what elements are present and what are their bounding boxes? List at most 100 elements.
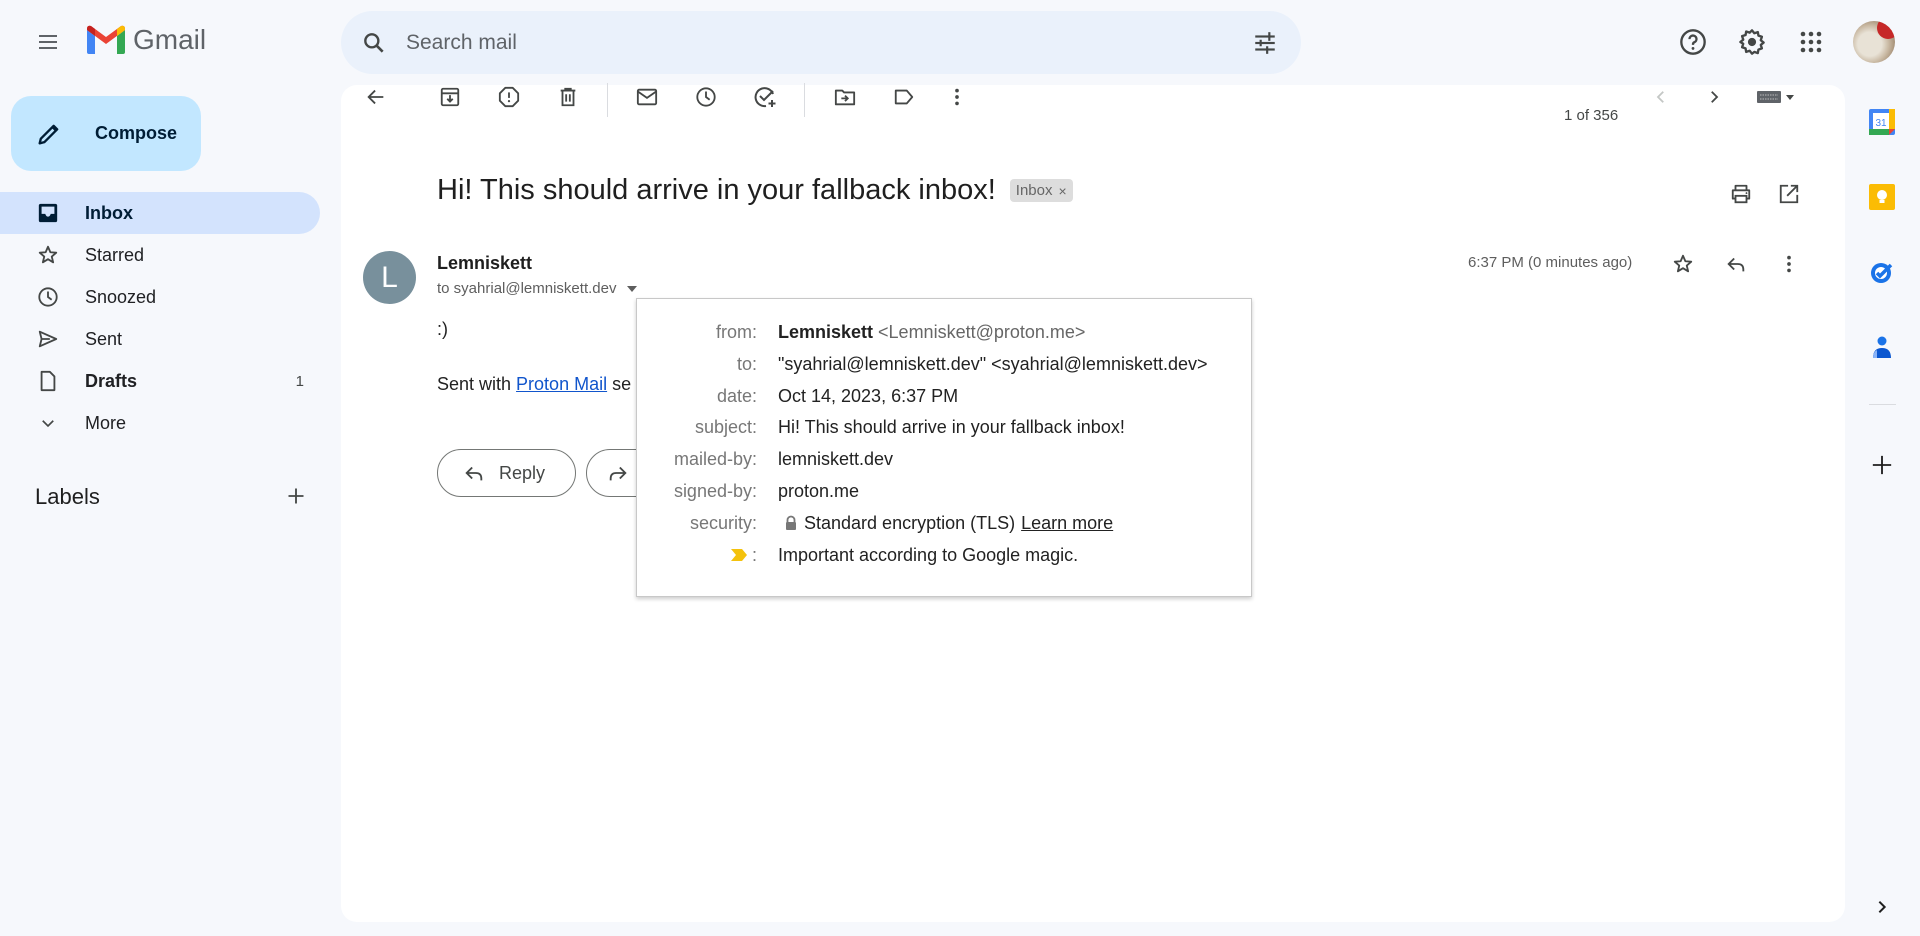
settings-button[interactable] — [1728, 18, 1776, 66]
detail-value: Hi! This should arrive in your fallback … — [778, 416, 1125, 437]
sidebar-item-sent[interactable]: Sent — [0, 318, 320, 360]
remove-label-icon[interactable]: × — [1058, 183, 1066, 199]
detail-key: signed-by: — [673, 480, 757, 501]
sidebar-item-label: Starred — [85, 244, 145, 265]
label-chip-text: Inbox — [1015, 182, 1053, 199]
message-signature: Sent with Proton Mail se — [437, 374, 631, 395]
detail-row-to: to: "syahrial@lemniskett.dev" <syahrial@… — [637, 352, 1251, 376]
help-button[interactable] — [1669, 18, 1717, 66]
search-icon[interactable] — [350, 19, 398, 67]
sidebar-item-drafts[interactable]: Drafts 1 — [0, 360, 320, 402]
get-addons-button[interactable] — [1864, 447, 1900, 483]
print-icon — [1730, 183, 1752, 205]
open-in-new-icon — [1778, 183, 1800, 205]
labels-heading: Labels — [35, 484, 100, 509]
add-task-icon — [753, 85, 777, 109]
search-bar[interactable] — [341, 11, 1301, 74]
sidebar-item-snoozed[interactable]: Snoozed — [0, 276, 320, 318]
arrow-left-icon — [365, 86, 387, 108]
reply-button[interactable]: Reply — [437, 449, 576, 497]
sidebar-item-more[interactable]: More — [0, 402, 320, 444]
sender-avatar[interactable]: L — [363, 251, 416, 304]
detail-value: lemniskett.dev — [778, 448, 894, 469]
report-spam-button[interactable] — [489, 77, 529, 117]
account-avatar[interactable] — [1853, 21, 1895, 63]
sidebar-nav: Inbox Starred Snoozed Sent Drafts 1 More — [0, 192, 320, 444]
archive-button[interactable] — [430, 77, 470, 117]
app-name: Gmail — [133, 24, 207, 55]
star-icon — [1672, 253, 1694, 275]
create-label-button[interactable] — [278, 478, 314, 514]
calendar-app-button[interactable]: 31 — [1864, 104, 1900, 140]
newer-button[interactable] — [1641, 77, 1681, 117]
detail-row-mailed-by: mailed-by: lemniskett.dev — [637, 447, 1251, 471]
search-options-icon[interactable] — [1241, 19, 1289, 67]
gmail-logo[interactable]: Gmail — [85, 24, 206, 56]
labels-button[interactable] — [884, 77, 924, 117]
sender-name[interactable]: Lemniskett — [437, 253, 532, 274]
star-icon — [36, 243, 60, 267]
mail-icon — [636, 86, 658, 108]
snooze-button[interactable] — [686, 77, 726, 117]
message-more-button[interactable] — [1769, 244, 1809, 284]
sidebar-item-label: Drafts — [85, 370, 138, 391]
sidebar-item-starred[interactable]: Starred — [0, 234, 320, 276]
clock-icon — [695, 86, 717, 108]
add-to-tasks-button[interactable] — [745, 77, 785, 117]
detail-row-from: from: Lemniskett <Lemniskett@proton.me> — [637, 320, 1251, 344]
important-marker-icon — [730, 548, 748, 562]
apps-grid-icon — [1799, 30, 1823, 54]
star-button[interactable] — [1663, 244, 1703, 284]
trash-icon — [557, 86, 579, 108]
reply-icon-button[interactable] — [1716, 244, 1756, 284]
recipient-line: to syahrial@lemniskett.dev — [437, 280, 640, 297]
clock-icon — [36, 285, 60, 309]
settings-icon — [1738, 28, 1766, 56]
google-apps-button[interactable] — [1787, 18, 1835, 66]
tasks-icon — [1869, 259, 1895, 285]
pencil-icon — [35, 120, 83, 148]
keep-app-button[interactable] — [1864, 179, 1900, 215]
chevron-right-icon — [1874, 899, 1890, 915]
from-name: Lemniskett — [778, 321, 874, 342]
back-button[interactable] — [356, 77, 396, 117]
detail-value: Important according to Google magic. — [778, 544, 1079, 565]
delete-button[interactable] — [548, 77, 588, 117]
main-menu-button[interactable] — [24, 18, 72, 66]
move-to-button[interactable] — [825, 77, 865, 117]
contacts-icon — [1870, 334, 1894, 360]
more-actions-button[interactable] — [937, 77, 977, 117]
menu-icon — [36, 30, 60, 54]
show-side-panel-button[interactable] — [1864, 889, 1900, 925]
chevron-left-icon — [1652, 88, 1670, 106]
mark-unread-button[interactable] — [627, 77, 667, 117]
sidebar-item-inbox[interactable]: Inbox — [0, 192, 320, 234]
compose-button[interactable]: Compose — [11, 96, 201, 171]
detail-row-signed-by: signed-by: proton.me — [637, 479, 1251, 503]
tasks-app-button[interactable] — [1864, 254, 1900, 290]
sidebar-item-label: Snoozed — [85, 286, 157, 307]
drafts-count: 1 — [295, 372, 304, 390]
show-details-button[interactable] — [624, 281, 640, 297]
chevron-down-icon — [36, 411, 60, 435]
search-input[interactable] — [406, 30, 1241, 55]
keep-icon — [1869, 184, 1895, 210]
from-email: <Lemniskett@proton.me> — [878, 321, 1086, 342]
detail-key: security: — [689, 512, 757, 533]
archive-icon — [439, 86, 461, 108]
print-button[interactable] — [1721, 174, 1761, 214]
side-panel-divider — [1869, 404, 1896, 405]
spam-icon — [498, 86, 520, 108]
input-tools-button[interactable] — [1748, 77, 1804, 117]
open-new-window-button[interactable] — [1769, 174, 1809, 214]
label-chip-inbox[interactable]: Inbox × — [1009, 179, 1073, 202]
message-time: 6:37 PM (0 minutes ago) — [1468, 254, 1633, 271]
older-button[interactable] — [1694, 77, 1734, 117]
calendar-icon: 31 — [1869, 109, 1895, 135]
detail-key: subject: — [694, 416, 757, 437]
contacts-app-button[interactable] — [1864, 329, 1900, 365]
learn-more-link[interactable]: Learn more — [1021, 513, 1113, 534]
subject-text: Hi! This should arrive in your fallback … — [437, 174, 996, 206]
reply-label: Reply — [499, 462, 546, 483]
proton-mail-link[interactable]: Proton Mail — [516, 374, 607, 394]
